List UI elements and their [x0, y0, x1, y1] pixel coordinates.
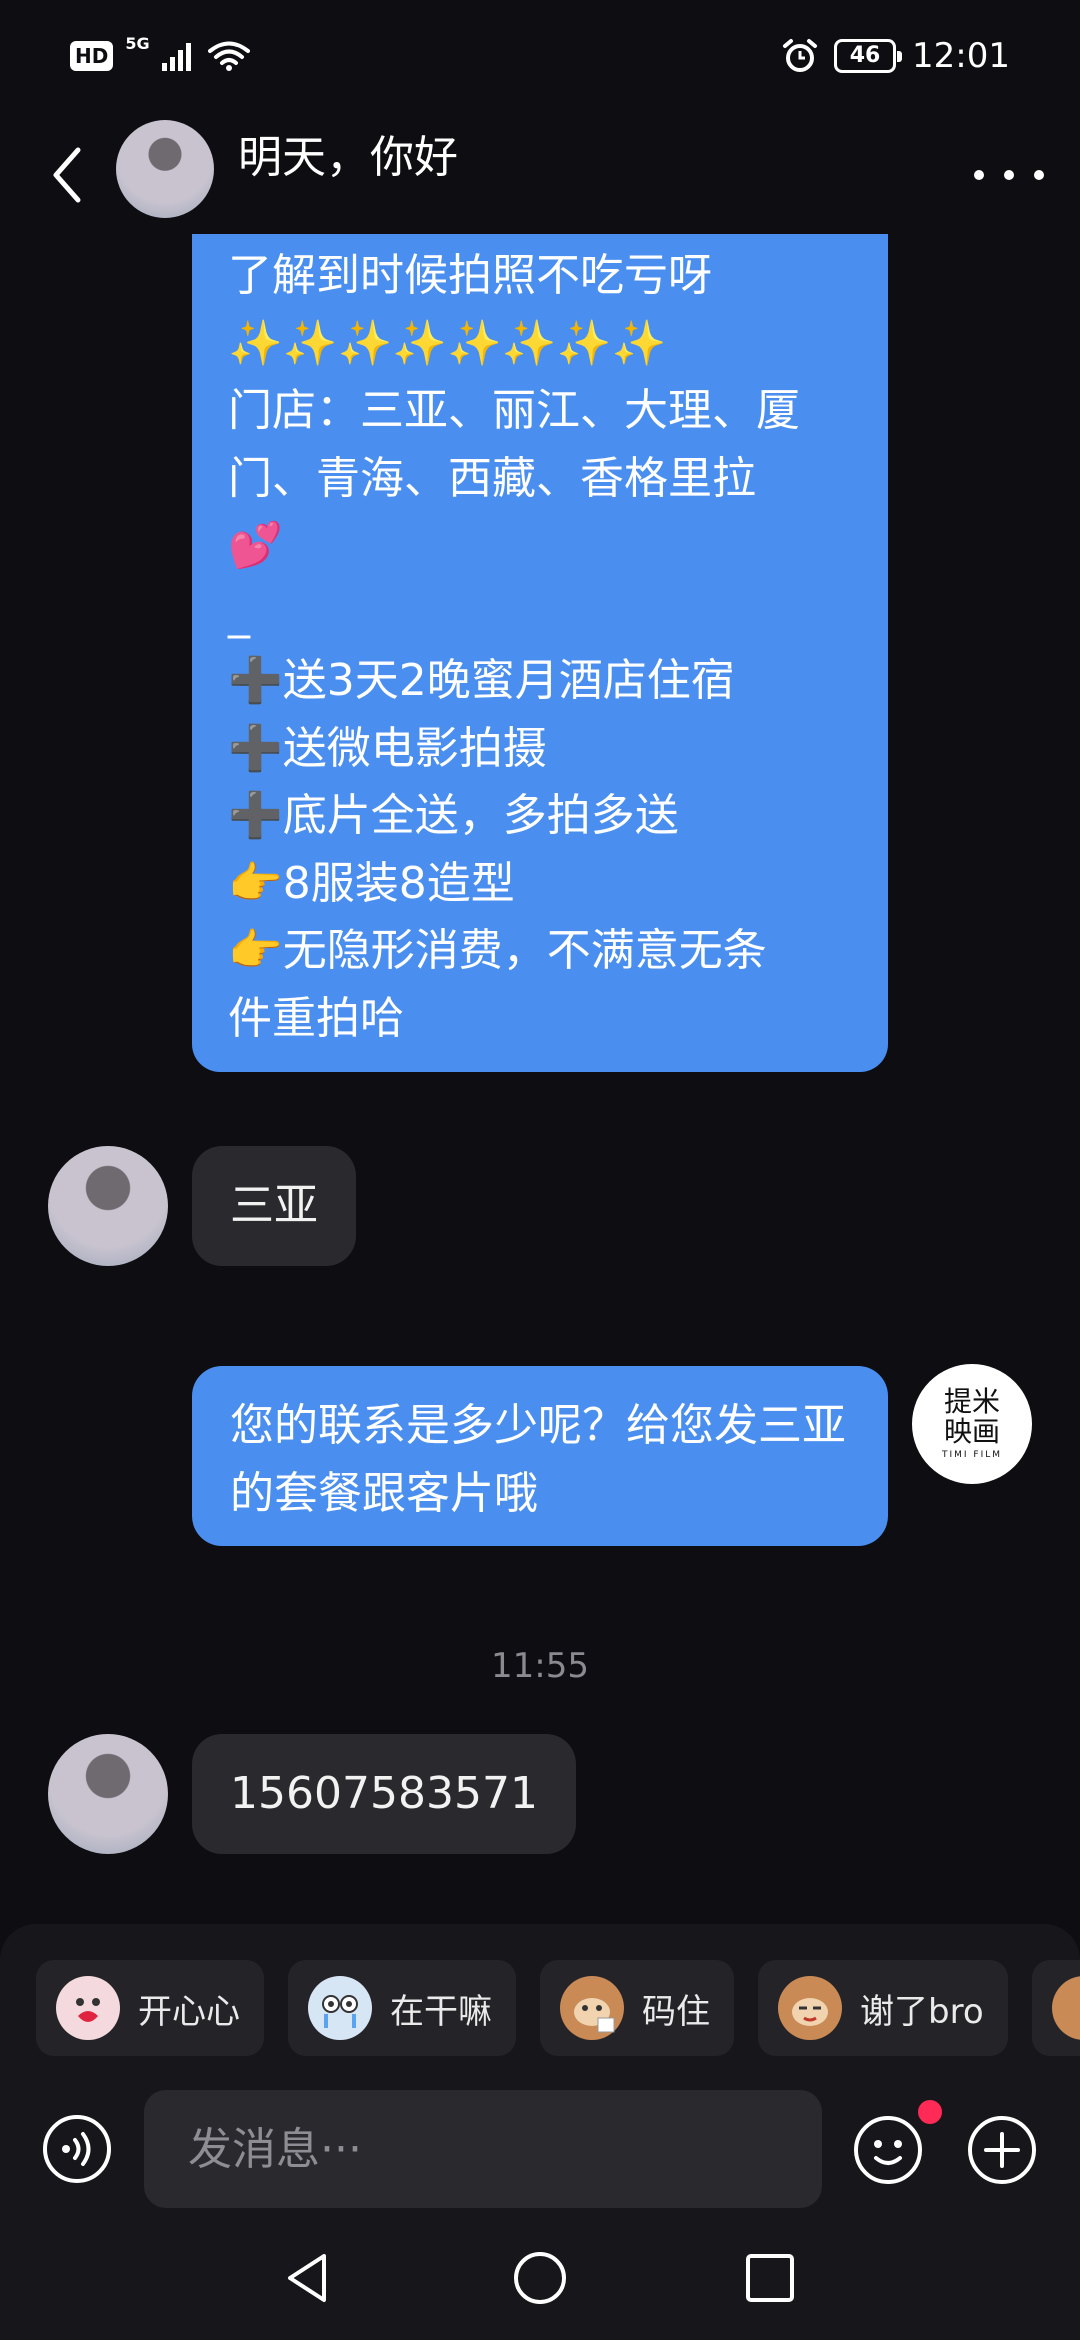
- message-line: 门、青海、西藏、香格里拉: [228, 452, 756, 504]
- alarm-icon: [783, 39, 818, 72]
- hd-badge: HD: [70, 41, 114, 71]
- sticker-label: 在干嘛: [390, 1991, 492, 2032]
- heart-ghost-icon: [56, 1976, 120, 2040]
- sticker-chip[interactable]: 码住: [540, 1960, 734, 2056]
- message-line: 💕: [228, 520, 283, 571]
- more-dot-icon: [1034, 170, 1044, 180]
- more-options-button[interactable]: [974, 150, 1044, 200]
- sticker-chip[interactable]: [1031, 1960, 1080, 2056]
- crying-ghost-icon: [308, 1976, 372, 2040]
- composer-panel: 开心心 在干嘛 码住 谢了bro: [0, 1924, 1080, 2340]
- message-line: _: [228, 587, 250, 639]
- nav-recents-icon[interactable]: [742, 2250, 798, 2306]
- system-nav-bar: [0, 2216, 1080, 2340]
- sticker-label: 码住: [642, 1991, 710, 2032]
- contact-avatar[interactable]: [48, 1146, 168, 1266]
- message-line: 👉无隐形消费，不满意无条: [228, 925, 767, 976]
- status-time: 12:01: [912, 36, 1010, 76]
- message-input[interactable]: [144, 2090, 822, 2208]
- incoming-message-bubble[interactable]: 15607583571: [192, 1734, 576, 1854]
- message-line: ➕送微电影拍摄: [228, 722, 547, 774]
- nav-back-icon[interactable]: [280, 2250, 336, 2306]
- sticker-chip[interactable]: 在干嘛: [288, 1960, 516, 2056]
- battery-icon: 46: [834, 39, 903, 73]
- message-line: 了解到时候拍照不吃亏呀: [228, 250, 712, 301]
- status-left: HD 5G: [70, 35, 250, 72]
- monkey-icon: [1051, 1976, 1080, 2040]
- status-bar: HD 5G 46 12:01: [0, 0, 1080, 120]
- message-line: 件重拍哈: [228, 992, 404, 1044]
- add-icon[interactable]: [966, 2114, 1038, 2186]
- message-line: ➕底片全送，多拍多送: [228, 790, 679, 841]
- message-text: 您的联系是多少呢？给您发三亚的套餐跟客片哦: [230, 1400, 846, 1519]
- emoji-icon[interactable]: [852, 2114, 924, 2186]
- message-line: ➕送3天2晚蜜月酒店住宿: [228, 655, 735, 706]
- more-dot-icon: [974, 170, 984, 180]
- brand-logo-subtext: TIMI FILM: [941, 1450, 1003, 1460]
- back-arrow-icon[interactable]: [40, 140, 100, 210]
- battery-level: 46: [849, 43, 881, 68]
- sticker-label: 开心心: [138, 1991, 240, 2032]
- notification-dot: [918, 2100, 942, 2124]
- incoming-message-bubble[interactable]: 三亚: [192, 1146, 356, 1266]
- status-right: 46 12:01: [782, 36, 1010, 76]
- contact-avatar[interactable]: [48, 1734, 168, 1854]
- message-line: 👉8服装8造型: [228, 857, 515, 909]
- brand-logo-text: 映画: [943, 1415, 1000, 1448]
- message-line: 门店：三亚、丽江、大理、厦: [228, 385, 800, 436]
- message-timestamp: 11:55: [491, 1646, 589, 1686]
- voice-input-icon[interactable]: [42, 2114, 112, 2184]
- sticker-chip[interactable]: 谢了bro: [758, 1960, 1008, 2056]
- message-list[interactable]: 了解到时候拍照不吃亏呀 ✨✨✨✨✨✨✨✨ 门店：三亚、丽江、大理、厦 门、青海、…: [0, 234, 1080, 1924]
- chat-header: 明天，你好: [0, 120, 1080, 220]
- promo-message-bubble[interactable]: 了解到时候拍照不吃亏呀 ✨✨✨✨✨✨✨✨ 门店：三亚、丽江、大理、厦 门、青海、…: [192, 234, 888, 1072]
- input-row: [0, 2086, 1080, 2208]
- monkey-note-icon: [560, 1976, 624, 2040]
- message-line: ✨✨✨✨✨✨✨✨: [228, 317, 667, 369]
- network-type: 5G: [125, 34, 150, 53]
- wifi-icon: [207, 41, 250, 71]
- contact-name[interactable]: 明天，你好: [238, 130, 458, 186]
- outgoing-message-bubble[interactable]: 您的联系是多少呢？给您发三亚的套餐跟客片哦: [192, 1366, 888, 1546]
- sticker-chip[interactable]: 开心心: [36, 1960, 264, 2056]
- more-dot-icon: [1004, 170, 1014, 180]
- message-text: 三亚: [230, 1180, 318, 1231]
- nav-home-icon[interactable]: [512, 2250, 568, 2306]
- brand-avatar[interactable]: 提米 映画 TIMI FILM: [912, 1364, 1032, 1484]
- sticker-suggestions[interactable]: 开心心 在干嘛 码住 谢了bro: [36, 1960, 1080, 2056]
- signal-icon: [161, 43, 191, 71]
- brand-logo-text: 提米: [943, 1385, 1000, 1418]
- contact-avatar[interactable]: [116, 120, 214, 218]
- sticker-label: 谢了bro: [860, 1991, 984, 2032]
- message-text: 15607583571: [230, 1768, 538, 1819]
- chat-screen: HD 5G 46 12:01 明天，你好 了解到时候拍照不吃亏呀 ✨✨✨✨✨✨✨…: [0, 0, 1080, 2340]
- monkey-thanks-icon: [778, 1976, 842, 2040]
